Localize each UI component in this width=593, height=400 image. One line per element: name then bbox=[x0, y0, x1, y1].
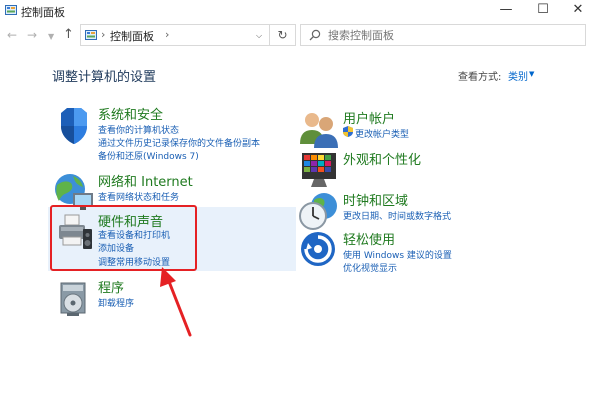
address-dropdown-chevron-icon[interactable]: ⌵ bbox=[256, 31, 262, 41]
breadcrumb-separator-icon: › bbox=[101, 28, 106, 41]
category-title[interactable]: 系统和安全 bbox=[98, 104, 163, 123]
appearance-monitor-icon[interactable] bbox=[298, 149, 340, 191]
forward-arrow-icon[interactable]: → bbox=[27, 28, 37, 42]
clock-globe-icon[interactable] bbox=[298, 190, 340, 232]
programs-disk-icon[interactable] bbox=[53, 277, 95, 319]
link-change-date-time-format[interactable]: 更改日期、时间或数字格式 bbox=[343, 209, 451, 222]
category-title[interactable]: 网络和 Internet bbox=[98, 171, 193, 190]
minimize-button[interactable]: — bbox=[489, 0, 523, 20]
control-panel-icon bbox=[85, 30, 97, 40]
shield-icon[interactable] bbox=[53, 104, 95, 146]
annotation-highlight-box bbox=[50, 205, 197, 271]
refresh-icon: ↻ bbox=[277, 28, 288, 42]
window-title: 控制面板 bbox=[21, 6, 65, 19]
search-input[interactable] bbox=[328, 29, 558, 42]
link-windows-recommended-settings[interactable]: 使用 Windows 建议的设置 bbox=[343, 248, 452, 261]
link-change-account-type[interactable]: 更改帐户类型 bbox=[355, 127, 409, 140]
link-uninstall-program[interactable]: 卸载程序 bbox=[98, 296, 134, 309]
category-title[interactable]: 外观和个性化 bbox=[343, 149, 421, 168]
search-icon bbox=[309, 29, 321, 41]
title-bar: 控制面板 — ☐ ✕ bbox=[0, 0, 593, 22]
address-bar[interactable]: › 控制面板 › ⌵ bbox=[80, 24, 270, 46]
view-by-label: 查看方式: bbox=[458, 72, 502, 83]
page-title: 调整计算机的设置 bbox=[52, 70, 157, 85]
search-box[interactable] bbox=[300, 24, 586, 46]
link-file-history[interactable]: 通过文件历史记录保存你的文件备份副本 bbox=[98, 136, 260, 149]
uac-shield-icon bbox=[343, 126, 353, 137]
chevron-down-icon[interactable]: ▼ bbox=[529, 70, 534, 78]
refresh-button[interactable]: ↻ bbox=[270, 24, 296, 46]
category-title[interactable]: 程序 bbox=[98, 277, 124, 296]
up-arrow-icon[interactable]: ↑ bbox=[63, 27, 74, 42]
breadcrumb-separator-icon[interactable]: › bbox=[165, 28, 169, 41]
annotation-arrow-icon bbox=[160, 267, 192, 337]
maximize-button[interactable]: ☐ bbox=[526, 0, 560, 20]
category-title[interactable]: 轻松使用 bbox=[343, 229, 395, 248]
breadcrumb-control-panel[interactable]: 控制面板 bbox=[110, 28, 154, 44]
control-panel-icon bbox=[5, 5, 17, 15]
view-by-dropdown[interactable]: 类别 bbox=[508, 68, 528, 83]
category-title[interactable]: 用户帐户 bbox=[343, 108, 395, 127]
link-backup-restore[interactable]: 备份和还原(Windows 7) bbox=[98, 149, 199, 162]
link-network-status[interactable]: 查看网络状态和任务 bbox=[98, 190, 179, 203]
link-view-computer-status[interactable]: 查看你的计算机状态 bbox=[98, 123, 179, 136]
back-arrow-icon[interactable]: ← bbox=[7, 28, 17, 42]
link-optimize-visual-display[interactable]: 优化视觉显示 bbox=[343, 261, 397, 274]
ease-of-access-icon[interactable] bbox=[298, 229, 340, 271]
recent-locations-chevron-icon[interactable]: ▼ bbox=[48, 32, 54, 41]
users-icon[interactable] bbox=[298, 108, 340, 150]
category-title[interactable]: 时钟和区域 bbox=[343, 190, 408, 209]
close-button[interactable]: ✕ bbox=[561, 0, 593, 20]
address-row: ← → ▼ ↑ › 控制面板 › ⌵ ↻ bbox=[0, 24, 593, 50]
